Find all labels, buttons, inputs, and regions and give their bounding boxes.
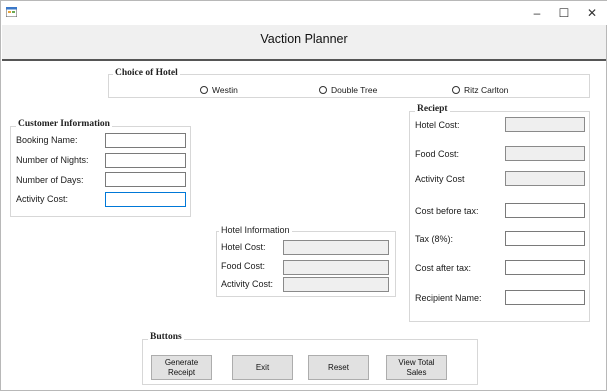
hotel-info-hotel-cost-label: Hotel Cost:: [221, 242, 266, 252]
buttons-legend: Buttons: [148, 332, 184, 342]
minimize-button[interactable]: –: [523, 1, 551, 25]
view-total-sales-label-line1: View Total: [398, 357, 435, 367]
radio-double-tree-label: Double Tree: [331, 85, 378, 95]
activity-cost-input[interactable]: [105, 192, 186, 207]
hotel-info-food-cost-field: [283, 260, 389, 275]
reset-button[interactable]: Reset: [308, 355, 369, 380]
radio-double-tree[interactable]: Double Tree: [319, 85, 377, 95]
generate-receipt-label-line2: Receipt: [167, 367, 196, 377]
receipt-hotel-cost-field: [505, 117, 585, 132]
customer-info-legend: Customer Information: [16, 119, 112, 129]
close-button[interactable]: ✕: [578, 1, 606, 25]
exit-button[interactable]: Exit: [232, 355, 293, 380]
radio-double-tree-circle[interactable]: [319, 86, 327, 94]
receipt-tax-field[interactable]: [505, 231, 585, 246]
receipt-legend: Reciept: [415, 104, 450, 114]
receipt-hotel-cost-label: Hotel Cost:: [415, 120, 460, 130]
hotel-choice-legend: Choice of Hotel: [113, 68, 180, 78]
generate-receipt-label-line1: Generate: [164, 357, 199, 367]
generate-receipt-button[interactable]: Generate Receipt: [151, 355, 212, 380]
maximize-button[interactable]: ☐: [550, 1, 578, 25]
receipt-cost-after-tax-label: Cost after tax:: [415, 263, 472, 273]
receipt-tax-label: Tax (8%):: [415, 234, 454, 244]
view-total-sales-button[interactable]: View Total Sales: [386, 355, 447, 380]
number-of-nights-input[interactable]: [105, 153, 186, 168]
radio-westin[interactable]: Westin: [200, 85, 238, 95]
receipt-food-cost-label: Food Cost:: [415, 149, 460, 159]
radio-westin-circle[interactable]: [200, 86, 208, 94]
number-of-days-input[interactable]: [105, 172, 186, 187]
receipt-cost-after-tax-field[interactable]: [505, 260, 585, 275]
radio-ritz-carlton-circle[interactable]: [452, 86, 460, 94]
hotel-info-hotel-cost-field: [283, 240, 389, 255]
receipt-activity-cost-label: Activity Cost: [415, 174, 465, 184]
receipt-food-cost-field: [505, 146, 585, 161]
booking-name-input[interactable]: [105, 133, 186, 148]
radio-ritz-carlton[interactable]: Ritz Carlton: [452, 85, 508, 95]
receipt-cost-before-tax-label: Cost before tax:: [415, 206, 479, 216]
receipt-activity-cost-field: [505, 171, 585, 186]
page-title: Vaction Planner: [260, 32, 348, 46]
hotel-info-activity-cost-field: [283, 277, 389, 292]
app-form-icon: [6, 7, 17, 17]
header-band: Vaction Planner: [2, 25, 606, 61]
app-window: – ☐ ✕ Vaction Planner Choice of Hotel We…: [0, 0, 607, 391]
receipt-recipient-name-label: Recipient Name:: [415, 293, 482, 303]
booking-name-label: Booking Name:: [16, 135, 78, 145]
title-bar[interactable]: – ☐ ✕: [1, 1, 607, 25]
hotel-info-legend: Hotel Information: [219, 225, 292, 235]
radio-westin-label: Westin: [212, 85, 238, 95]
radio-ritz-carlton-label: Ritz Carlton: [464, 85, 509, 95]
receipt-cost-before-tax-field[interactable]: [505, 203, 585, 218]
number-of-nights-label: Number of Nights:: [16, 155, 89, 165]
hotel-info-activity-cost-label: Activity Cost:: [221, 279, 274, 289]
view-total-sales-label-line2: Sales: [406, 367, 427, 377]
activity-cost-label: Activity Cost:: [16, 194, 69, 204]
receipt-recipient-name-field[interactable]: [505, 290, 585, 305]
hotel-info-food-cost-label: Food Cost:: [221, 261, 266, 271]
number-of-days-label: Number of Days:: [16, 175, 84, 185]
